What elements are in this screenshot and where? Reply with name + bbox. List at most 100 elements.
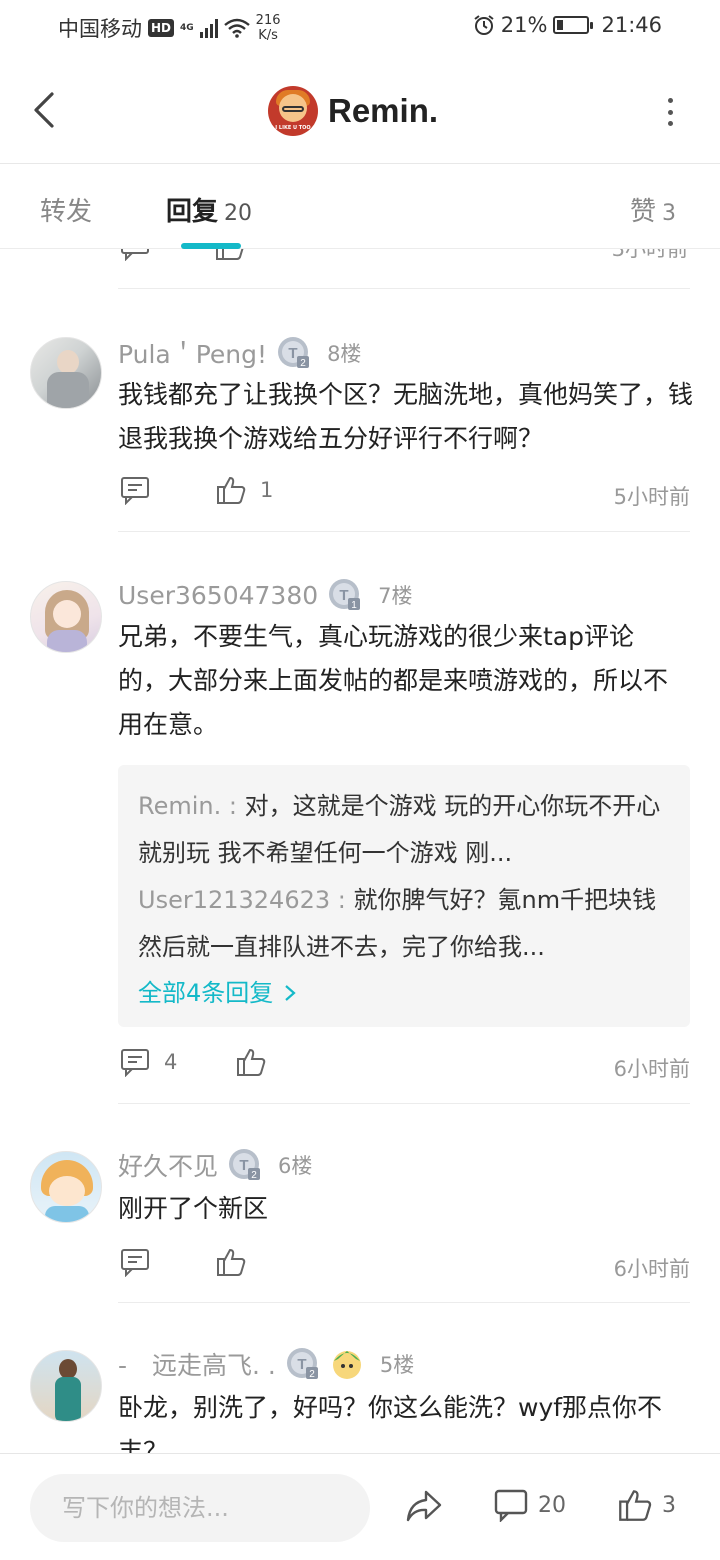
comment-header: Pula＇Peng! T 2 8楼 xyxy=(118,335,361,371)
comment-time: 5小时前 xyxy=(613,485,690,509)
comment-icon xyxy=(121,1249,149,1277)
comment-icon[interactable] xyxy=(120,249,150,261)
carrier-name: 中国移动 xyxy=(58,17,142,41)
net-speed-unit: K/s xyxy=(258,28,278,43)
reply-button[interactable] xyxy=(120,475,150,505)
comment-time: 6小时前 xyxy=(613,1257,690,1281)
view-all-replies-label: 全部4条回复 xyxy=(138,979,274,1007)
like-button[interactable] xyxy=(236,1047,266,1077)
sub-reply-author[interactable]: Remin. : xyxy=(138,792,245,820)
avatar[interactable] xyxy=(30,1350,102,1422)
avatar[interactable] xyxy=(30,1151,102,1223)
comment-input[interactable]: 写下你的想法... xyxy=(30,1474,370,1542)
svg-text:2: 2 xyxy=(251,1170,257,1181)
chevron-right-icon xyxy=(285,985,296,1001)
author-info[interactable]: I LIKE U TOO Remin. xyxy=(268,86,438,136)
tab-count: 3 xyxy=(662,201,677,226)
level-badge-icon: T 2 xyxy=(229,1149,261,1181)
top-app-bar: I LIKE U TOO Remin. xyxy=(0,56,720,164)
like-button[interactable] xyxy=(216,1247,246,1277)
battery-percent: 21% xyxy=(500,13,548,37)
tab-likes[interactable]: 赞3 xyxy=(630,191,676,228)
avatar-frame-badge-icon xyxy=(332,1351,361,1379)
reply-count: 4 xyxy=(164,1050,178,1074)
floor-number: 5楼 xyxy=(379,1353,415,1377)
network-type: 4G xyxy=(180,22,194,33)
avatar[interactable] xyxy=(30,581,102,653)
user-name[interactable]: Pula＇Peng! xyxy=(118,335,267,371)
back-arrow-icon[interactable] xyxy=(28,88,64,132)
svg-text:1: 1 xyxy=(351,600,357,611)
sub-replies[interactable]: Remin. : 对，这就是个游戏 玩的开心你玩不开心就别玩 我不希望任何一个游… xyxy=(118,765,690,1027)
share-button[interactable] xyxy=(404,1488,444,1524)
comment-icon xyxy=(121,477,149,505)
comment-text: 兄弟，不要生气，真心玩游戏的很少来tap评论的，大部分来上面发帖的都是来喷游戏的… xyxy=(118,622,669,739)
svg-text:T: T xyxy=(340,587,349,604)
status-right: 21% 21:46 xyxy=(473,13,662,37)
status-left: 中国移动 HD 4G 216 K/s xyxy=(58,13,281,43)
level-badge-icon: T 2 xyxy=(286,1348,318,1380)
like-post-button[interactable]: 3 xyxy=(618,1488,676,1522)
user-name[interactable]: User365047380 xyxy=(118,581,318,610)
sub-reply[interactable]: Remin. : 对，这就是个游戏 玩的开心你玩不开心就别玩 我不希望任何一个游… xyxy=(138,783,670,877)
divider xyxy=(118,1103,690,1104)
user-name[interactable]: - 远走高飞. . xyxy=(118,1346,276,1382)
divider xyxy=(118,531,690,532)
clock: 21:46 xyxy=(601,13,662,37)
page-title: Remin. xyxy=(328,92,439,129)
thumbs-up-icon xyxy=(217,1248,246,1276)
reply-button[interactable]: 4 xyxy=(120,1047,177,1077)
comment-text: 我钱都充了让我换个区？无脑洗地，真他妈笑了，钱退我我换个游戏给五分好评行不行啊？ xyxy=(118,380,694,453)
comment-text: 卧龙，别洗了，好吗？你这么能洗？wyf那点你不丰？ xyxy=(118,1393,663,1453)
svg-text:T: T xyxy=(288,345,297,362)
like-button[interactable]: 1 xyxy=(216,475,273,505)
like-count: 1 xyxy=(260,478,274,502)
level-badge-icon: T 1 xyxy=(329,579,361,611)
comment-actions: 4 6小时前 xyxy=(118,1047,690,1087)
floor-number: 6楼 xyxy=(278,1154,313,1178)
comment-actions: 6小时前 xyxy=(118,1247,690,1287)
svg-text:T: T xyxy=(297,1356,306,1373)
comment-icon xyxy=(121,1049,149,1077)
comment-text: 刚开了个新区 xyxy=(118,1194,269,1223)
tab-label: 回复 xyxy=(166,197,219,227)
tab-bar: 转发 回复 20 赞3 xyxy=(0,165,720,249)
sub-reply-author[interactable]: User121324623 : xyxy=(138,886,353,914)
author-avatar[interactable]: I LIKE U TOO xyxy=(268,86,318,136)
status-bar: 中国移动 HD 4G 216 K/s 21% 21:46 xyxy=(0,0,720,56)
battery-fill xyxy=(557,20,564,30)
like-count: 3 xyxy=(662,1492,676,1518)
battery-icon xyxy=(553,16,594,34)
comment-header: - 远走高飞. . T 2 5楼 xyxy=(118,1346,414,1382)
tab-label: 转发 xyxy=(40,197,93,227)
sub-reply[interactable]: User121324623 : 就你脾气好？氪nm千把块钱然后就一直排队进不去，… xyxy=(138,877,670,971)
svg-text:T: T xyxy=(239,1157,248,1174)
net-speed-value: 216 xyxy=(255,13,281,28)
net-speed: 216 K/s xyxy=(256,13,281,43)
tab-replies[interactable]: 回复 20 xyxy=(166,191,252,228)
thumbs-up-icon xyxy=(217,476,246,504)
view-all-replies-link[interactable]: 全部4条回复 xyxy=(138,971,670,1015)
svg-text:2: 2 xyxy=(309,1369,315,1380)
logo-text: I LIKE U TOO xyxy=(275,125,311,131)
avatar[interactable] xyxy=(30,337,102,409)
comment-time: 3小时前 xyxy=(611,249,688,261)
comment-header: 好久不见 T 2 6楼 xyxy=(118,1147,312,1183)
svg-text:2: 2 xyxy=(300,358,306,369)
floor-number: 8楼 xyxy=(327,342,362,366)
tab-count: 20 xyxy=(224,201,253,226)
comment-time: 6小时前 xyxy=(613,1057,690,1081)
more-vertical-icon[interactable] xyxy=(666,98,674,126)
active-tab-indicator xyxy=(181,243,241,249)
user-name[interactable]: 好久不见 xyxy=(118,1147,218,1183)
previous-comment-actions: 3小时前 xyxy=(0,249,720,289)
thumbs-up-icon[interactable] xyxy=(215,249,245,261)
alarm-icon xyxy=(474,15,494,35)
hd-badge: HD xyxy=(148,19,175,37)
comment-icon xyxy=(494,1489,528,1522)
comments-button[interactable]: 20 xyxy=(494,1488,566,1522)
tab-repost[interactable]: 转发 xyxy=(40,191,92,228)
signal-icon xyxy=(199,18,218,38)
reply-button[interactable] xyxy=(120,1247,150,1277)
reply-list[interactable]: 3小时前 Pula＇Peng! T 2 8楼 我钱都充了让我换个区？无脑洗地，真… xyxy=(0,249,720,1453)
